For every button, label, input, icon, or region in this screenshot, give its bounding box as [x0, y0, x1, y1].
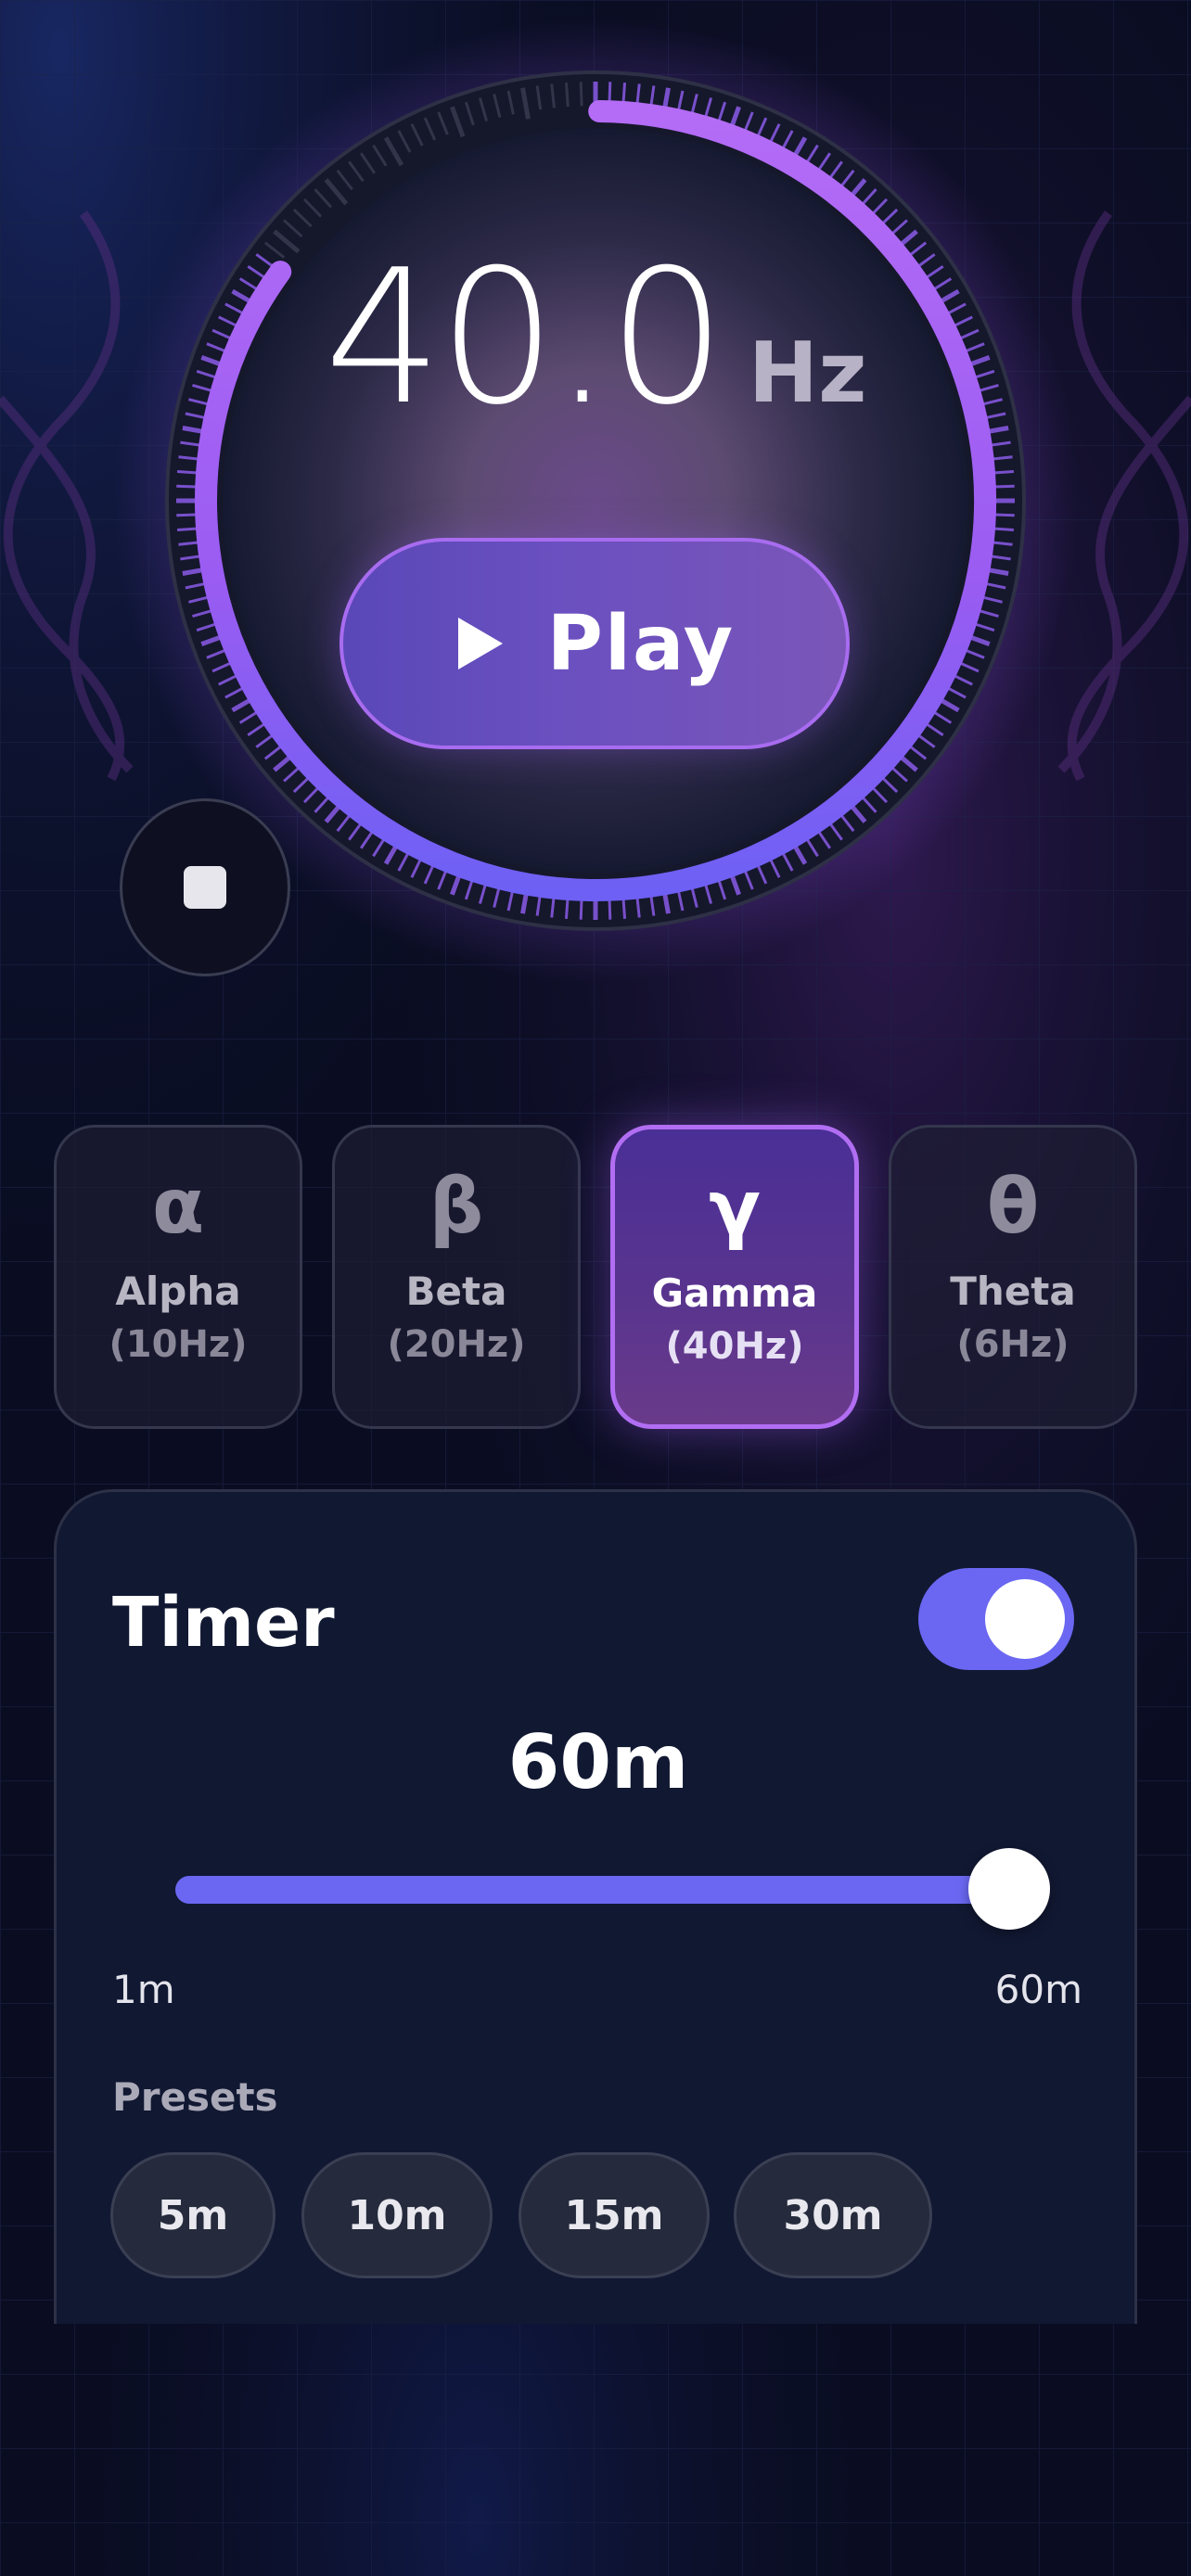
wave-symbol: β [429, 1163, 484, 1251]
presets-label: Presets [112, 2074, 278, 2120]
wave-name: Gamma [651, 1270, 818, 1316]
dial-tick [579, 82, 583, 107]
timer-toggle[interactable] [918, 1568, 1074, 1670]
preset-15m-button[interactable]: 15m [519, 2152, 710, 2278]
slider-max-label: 60m [994, 1967, 1082, 2012]
play-label: Play [546, 599, 736, 688]
timer-title: Timer [112, 1583, 335, 1663]
timer-panel: Timer 60m 1m 60m Presets 5m 10m 15m 30m [54, 1489, 1137, 2324]
wave-card-alpha[interactable]: α Alpha (10Hz) [54, 1125, 302, 1429]
frequency-value: 40.0 [324, 230, 725, 446]
wave-card-theta[interactable]: θ Theta (6Hz) [889, 1125, 1137, 1429]
play-icon [457, 618, 503, 670]
wave-name: Alpha [115, 1269, 241, 1314]
preset-10m-button[interactable]: 10m [301, 2152, 493, 2278]
wave-symbol: α [151, 1163, 205, 1251]
stop-button[interactable] [120, 798, 290, 976]
wave-frequency: (20Hz) [387, 1323, 526, 1366]
timer-value: 60m [507, 1719, 689, 1805]
slider-min-label: 1m [112, 1967, 175, 2012]
play-button[interactable]: Play [339, 538, 850, 749]
wave-frequency: (10Hz) [109, 1323, 248, 1366]
wave-selector: α Alpha (10Hz) β Beta (20Hz) γ Gamma (40… [54, 1125, 1137, 1429]
frequency-unit: Hz [748, 325, 867, 422]
wave-symbol: θ [986, 1163, 1040, 1251]
wave-frequency: (6Hz) [956, 1323, 1069, 1366]
timer-slider-track[interactable] [175, 1876, 1047, 1904]
wave-card-beta[interactable]: β Beta (20Hz) [332, 1125, 581, 1429]
wave-name: Beta [405, 1269, 507, 1314]
toggle-knob [985, 1579, 1065, 1659]
wave-card-gamma[interactable]: γ Gamma (40Hz) [610, 1125, 859, 1429]
wave-name: Theta [950, 1269, 1076, 1314]
wave-frequency: (40Hz) [665, 1325, 804, 1368]
frequency-display: 40.0 Hz [0, 246, 1191, 450]
preset-30m-button[interactable]: 30m [734, 2152, 932, 2278]
stop-icon [184, 866, 226, 909]
wave-symbol: γ [709, 1165, 761, 1253]
dial-tick [564, 82, 570, 108]
preset-5m-button[interactable]: 5m [110, 2152, 275, 2278]
timer-slider-thumb[interactable] [968, 1848, 1050, 1930]
